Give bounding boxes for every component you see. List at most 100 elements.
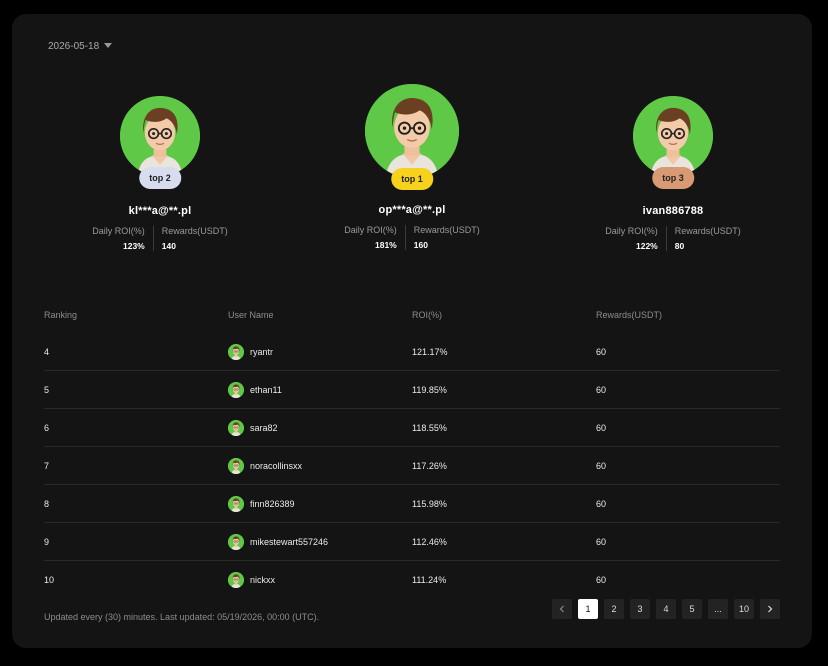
table-row: 9 mikestewart557246 112.46% 60 [44, 523, 780, 561]
reward-value: 160 [413, 240, 428, 250]
reward-cell: 60 [596, 384, 607, 395]
podium-top-1: top 1 op***a@**.pl Daily ROI(%) 181% Rew… [312, 84, 512, 250]
reward-cell: 60 [596, 422, 607, 433]
user-cell: noracollinsxx [228, 457, 412, 474]
roi-cell: 115.98% [412, 498, 447, 509]
user-name: sara82 [250, 422, 278, 433]
podium-user-name: op***a@**.pl [378, 204, 446, 216]
roi-value: 123% [123, 241, 145, 251]
podium-top-2: top 2 kl***a@**.pl Daily ROI(%) 123% Rew… [60, 96, 260, 251]
reward-cell: 60 [596, 536, 607, 547]
rank-cell: 9 [44, 536, 50, 547]
rank-cell: 4 [44, 346, 50, 357]
reward-cell: 60 [596, 574, 607, 585]
rank-cell: 6 [44, 422, 50, 433]
user-cell: nickxx [228, 571, 412, 588]
roi-label: Daily ROI(%) [605, 226, 658, 236]
date-filter-dropdown[interactable]: 2026-05-18 [48, 41, 113, 52]
user-cell: finn826389 [228, 495, 412, 512]
podium-user-name: kl***a@**.pl [128, 205, 192, 217]
avatar [228, 495, 244, 512]
avatar [120, 96, 200, 176]
roi-value: 122% [636, 241, 658, 251]
table-body: 4 ryantr 121.17% 60 5 ethan11 119.85% 60 6 sara82… [44, 333, 780, 598]
roi-cell: 119.85% [412, 384, 447, 395]
reward-cell: 60 [596, 460, 607, 471]
chevron-left-icon [559, 605, 564, 613]
podium-top-3: top 3 ivan886788 Daily ROI(%) 122% Rewar… [573, 96, 773, 251]
page-button[interactable]: 5 [682, 599, 702, 619]
pagination: 1 2 3 4 5... 10 [552, 599, 780, 619]
leaderboard-panel: 2026-05-18 top 2 kl***a@**.pl Daily ROI(… [12, 14, 812, 648]
user-cell: sara82 [228, 419, 412, 436]
pagination-next-button[interactable] [760, 599, 780, 619]
avatar [228, 571, 244, 588]
avatar [228, 419, 244, 436]
user-name: ethan11 [250, 384, 282, 395]
roi-cell: 121.17% [412, 346, 448, 357]
rank-cell: 7 [44, 460, 50, 471]
reward-value: 80 [674, 241, 685, 251]
header-ranking: Ranking [44, 310, 78, 320]
reward-cell: 60 [596, 498, 607, 509]
roi-cell: 117.26% [412, 460, 447, 471]
roi-label: Daily ROI(%) [344, 225, 397, 235]
pagination-ellipsis: ... [708, 599, 728, 619]
header-user-name: User Name [228, 310, 274, 320]
reward-cell: 60 [596, 346, 607, 357]
user-name: ryantr [250, 346, 274, 357]
user-name: noracollinsxx [250, 460, 303, 471]
page-button[interactable]: 4 [656, 599, 676, 619]
avatar [228, 381, 244, 398]
page-list: 1 2 3 4 5... 10 [578, 599, 754, 619]
user-cell: ethan11 [228, 381, 412, 398]
roi-label: Daily ROI(%) [92, 226, 145, 236]
user-name: mikestewart557246 [250, 536, 329, 547]
roi-cell: 112.46% [412, 536, 447, 547]
rank-cell: 5 [44, 384, 50, 395]
rank-cell: 8 [44, 498, 50, 509]
table-row: 6 sara82 118.55% 60 [44, 409, 780, 447]
page-button[interactable]: 2 [604, 599, 624, 619]
avatar [228, 457, 244, 474]
table-row: 8 finn826389 115.98% 60 [44, 485, 780, 523]
podium-stats: Daily ROI(%) 181% Rewards(USDT) 160 [312, 225, 512, 250]
roi-value: 181% [375, 240, 397, 250]
table-row: 7 noracollinsxx 117.26% 60 [44, 447, 780, 485]
table-row: 4 ryantr 121.17% 60 [44, 333, 780, 371]
avatar [365, 84, 459, 178]
podium-stats: Daily ROI(%) 123% Rewards(USDT) 140 [60, 226, 260, 251]
avatar [228, 533, 244, 550]
user-cell: mikestewart557246 [228, 533, 412, 550]
page-button[interactable]: 1 [578, 599, 598, 619]
ranking-table: Ranking User Name ROI(%) Rewards(USDT) 4… [44, 310, 780, 598]
reward-label: Rewards(USDT) [161, 226, 228, 236]
date-filter-value: 2026-05-18 [48, 41, 100, 52]
table-header: Ranking User Name ROI(%) Rewards(USDT) [44, 310, 780, 324]
table-row: 5 ethan11 119.85% 60 [44, 371, 780, 409]
roi-cell: 111.24% [412, 574, 447, 585]
header-roi: ROI(%) [412, 310, 442, 320]
roi-cell: 118.55% [412, 422, 447, 433]
user-cell: ryantr [228, 343, 412, 360]
reward-label: Rewards(USDT) [674, 226, 741, 236]
page-button[interactable]: 3 [630, 599, 650, 619]
header-rewards: Rewards(USDT) [596, 310, 663, 320]
table-row: 10 nickxx 111.24% 60 [44, 561, 780, 598]
chevron-down-icon [104, 43, 113, 48]
update-note: Updated every (30) minutes. Last updated… [44, 612, 320, 622]
user-name: nickxx [250, 574, 276, 585]
avatar [228, 343, 244, 360]
user-name: finn826389 [250, 498, 295, 509]
podium-user-name: ivan886788 [642, 205, 704, 217]
chevron-right-icon [768, 605, 773, 613]
podium-stats: Daily ROI(%) 122% Rewards(USDT) 80 [573, 226, 773, 251]
pagination-prev-button[interactable] [552, 599, 572, 619]
avatar [633, 96, 713, 176]
reward-value: 140 [161, 241, 176, 251]
page-button[interactable]: 10 [734, 599, 754, 619]
rank-badge: top 2 [139, 167, 181, 189]
rank-badge: top 3 [652, 167, 694, 189]
reward-label: Rewards(USDT) [413, 225, 480, 235]
rank-badge: top 1 [391, 168, 433, 190]
